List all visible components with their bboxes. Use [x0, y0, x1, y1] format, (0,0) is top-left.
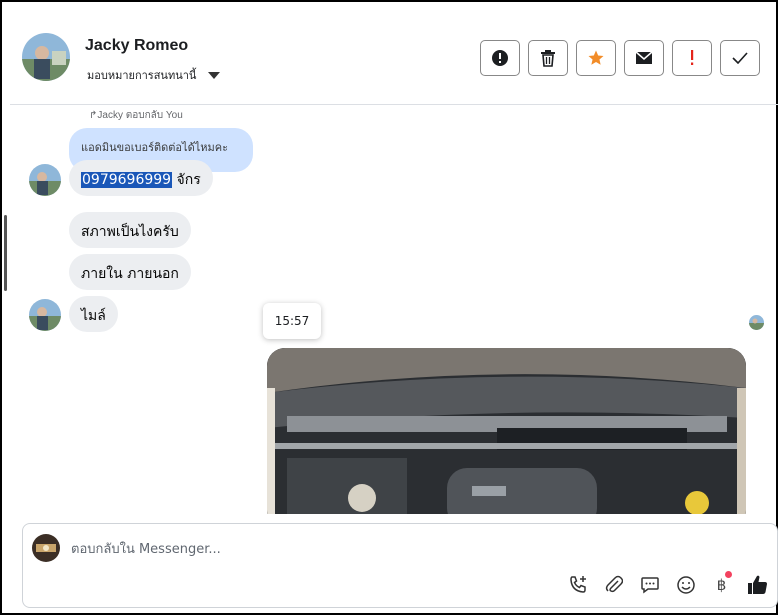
message-thread: ↱Jacky ตอบกลับ You แอดมินขอเบอร์ติดต่อได…: [10, 106, 778, 514]
attach-button[interactable]: [600, 571, 627, 598]
baht-icon: ฿: [716, 575, 727, 594]
like-button[interactable]: [744, 571, 771, 598]
message-photo[interactable]: [267, 348, 746, 514]
exclamation-icon: [691, 50, 694, 65]
message-composer: ฿: [22, 523, 778, 608]
contact-name: Jacky Romeo: [85, 37, 189, 54]
assign-label: มอบหมายการสนทนานี้: [87, 69, 197, 82]
caret-down-icon: [208, 71, 221, 79]
saved-reply-button[interactable]: [636, 571, 663, 598]
trash-icon: [541, 50, 555, 67]
envelope-icon: [635, 51, 653, 64]
star-button[interactable]: [576, 40, 616, 76]
scrollbar-handle[interactable]: [4, 215, 7, 291]
contact-avatar[interactable]: [22, 33, 70, 81]
message-text: จักร: [172, 172, 201, 188]
mark-unread-button[interactable]: [624, 40, 664, 76]
check-icon: [732, 52, 748, 64]
timestamp-tooltip: 15:57: [263, 303, 321, 339]
message-bubble[interactable]: สภาพเป็นไงครับ: [69, 212, 191, 248]
payment-button[interactable]: ฿: [708, 571, 735, 598]
follow-up-button[interactable]: [672, 40, 712, 76]
reply-input[interactable]: [71, 538, 571, 560]
smile-icon: [676, 575, 695, 594]
reply-indicator: ↱Jacky ตอบกลับ You: [89, 110, 183, 121]
seen-avatar: [749, 315, 764, 330]
phone-add-icon: [569, 575, 586, 593]
message-bubble[interactable]: ไมล์: [69, 296, 118, 332]
header-actions: [480, 40, 760, 76]
thumbs-up-icon: [747, 575, 767, 594]
add-call-button[interactable]: [564, 571, 591, 598]
notification-dot: [725, 571, 732, 578]
star-icon: [588, 50, 604, 65]
app-window: Jacky Romeo มอบหมายการสนทนานี้ ↱Jacky ตอ…: [0, 0, 778, 615]
emoji-button[interactable]: [672, 571, 699, 598]
message-bubble[interactable]: ภายใน ภายนอก: [69, 254, 191, 290]
composer-tools: ฿: [564, 571, 771, 598]
message-bubble-phone[interactable]: 0979696999 จักร: [69, 160, 213, 196]
contact-avatar-small[interactable]: [29, 164, 61, 196]
conversation-header: Jacky Romeo มอบหมายการสนทนานี้: [10, 10, 778, 105]
contact-avatar-small[interactable]: [29, 299, 61, 331]
phone-number-selection[interactable]: 0979696999: [81, 172, 173, 188]
assign-conversation-dropdown[interactable]: มอบหมายการสนทนานี้: [87, 66, 221, 84]
delete-button[interactable]: [528, 40, 568, 76]
page-avatar: [32, 534, 60, 562]
mark-done-button[interactable]: [720, 40, 760, 76]
alert-circle-icon: [492, 50, 508, 66]
spam-button[interactable]: [480, 40, 520, 76]
comment-icon: [640, 576, 659, 593]
paperclip-icon: [605, 575, 623, 592]
